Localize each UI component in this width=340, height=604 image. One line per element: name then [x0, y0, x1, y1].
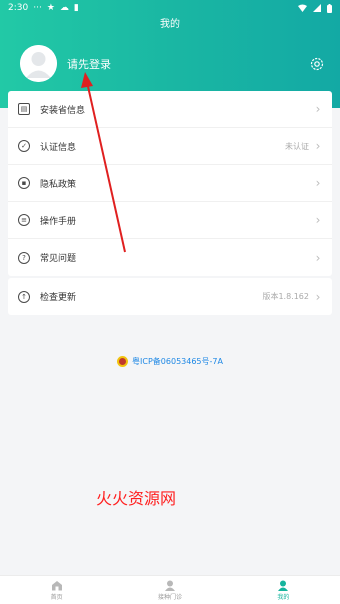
shield-icon: ✓: [18, 140, 30, 152]
page-title: 我的: [160, 19, 180, 30]
menu-item-label: 认证信息: [40, 142, 77, 153]
tab-label: 我的: [277, 593, 290, 601]
user-icon: [278, 580, 289, 591]
menu-item-label: 安装省信息: [40, 105, 86, 116]
menu-item-label: 常见问题: [40, 254, 77, 264]
menu-item-faq[interactable]: ? 常见问题 ›: [8, 239, 332, 276]
icp-record[interactable]: 粤ICP备06053465号-7A: [0, 356, 340, 367]
question-icon: ?: [18, 251, 30, 264]
status-time: 2:30: [8, 3, 29, 13]
icp-text[interactable]: 粤ICP备06053465号-7A: [132, 356, 223, 367]
battery-icon: [327, 3, 332, 13]
menu-item-label: 检查更新: [40, 293, 77, 303]
chevron-right-icon: ›: [315, 250, 321, 265]
menu-item-value: 未认证: [285, 141, 309, 151]
upload-icon: ↑: [18, 290, 30, 303]
chevron-right-icon: ›: [315, 139, 321, 153]
menu-card: ▤ 安装省信息 › ✓ 认证信息 未认证 › ▪ 隐私政策 › ≡ 操作手册 ›…: [8, 91, 332, 276]
id-card-icon: ▤: [18, 103, 30, 115]
menu-item-installer-info[interactable]: ▤ 安装省信息 ›: [8, 91, 332, 128]
home-icon: [51, 580, 62, 590]
chevron-right-icon: ›: [315, 102, 321, 116]
update-card: ↑ 检查更新 版本1.8.162 ›: [8, 278, 332, 315]
login-profile[interactable]: 请先登录: [20, 45, 111, 82]
bottom-tab-bar: 首页 接种门诊 我的: [0, 575, 340, 604]
avatar[interactable]: [20, 45, 57, 82]
emblem-icon: [117, 356, 129, 367]
lock-icon: ▪: [18, 177, 30, 189]
tab-mine[interactable]: 我的: [227, 576, 340, 604]
user-avatar-icon: [20, 45, 57, 82]
gear-icon[interactable]: [309, 56, 325, 72]
menu-item-manual[interactable]: ≡ 操作手册 ›: [8, 202, 332, 239]
chevron-right-icon: ›: [315, 289, 321, 304]
version-value: 版本1.8.162: [262, 292, 309, 301]
tab-clinic[interactable]: 接种门诊: [113, 576, 226, 604]
menu-item-label: 隐私政策: [40, 179, 77, 190]
tab-home[interactable]: 首页: [0, 576, 113, 604]
tab-label: 接种门诊: [157, 593, 182, 601]
star-icon: ★: [46, 3, 55, 13]
chevron-right-icon: ›: [315, 213, 321, 227]
status-extra: ···: [33, 3, 42, 13]
watermark-text: 火火资源网: [96, 489, 177, 508]
notification-icon: ▮: [73, 3, 79, 13]
wifi-icon: [298, 4, 307, 12]
clinic-icon: [164, 580, 175, 591]
chevron-right-icon: ›: [315, 176, 321, 190]
cloud-icon: ☁: [59, 3, 69, 13]
status-bar: 2:30 ··· ★ ☁ ▮: [0, 0, 340, 16]
menu-item-privacy[interactable]: ▪ 隐私政策 ›: [8, 165, 332, 202]
menu-item-check-update[interactable]: ↑ 检查更新 版本1.8.162 ›: [8, 278, 332, 315]
menu-item-label: 操作手册: [40, 216, 77, 227]
tab-label: 首页: [50, 593, 63, 601]
menu-item-certification[interactable]: ✓ 认证信息 未认证 ›: [8, 128, 332, 165]
manual-icon: ≡: [18, 214, 30, 226]
signal-icon: [313, 4, 321, 12]
login-prompt[interactable]: 请先登录: [67, 56, 111, 72]
